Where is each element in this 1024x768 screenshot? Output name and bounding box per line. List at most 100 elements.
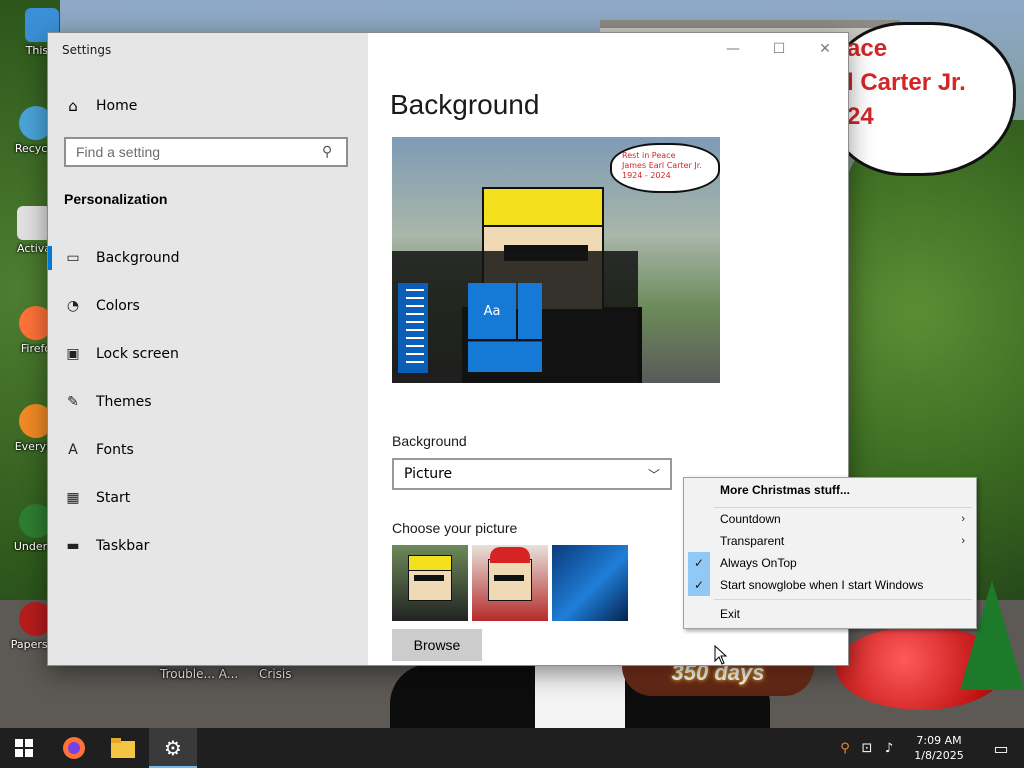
nav-item-taskbar[interactable]: ▬ Taskbar <box>48 522 368 570</box>
picture-thumbnail-2[interactable] <box>472 545 548 621</box>
maximize-icon: ☐ <box>772 41 786 57</box>
taskbar-firefox[interactable] <box>50 728 98 768</box>
submenu-arrow-icon: › <box>961 513 965 525</box>
preview-bubble-line-2: James Earl Carter Jr. <box>622 161 702 170</box>
nav-item-label: Fonts <box>96 442 134 458</box>
nav-item-label: Colors <box>96 298 140 314</box>
search-icon: ⚲ <box>322 144 333 160</box>
document-icon <box>17 206 51 240</box>
section-title: Personalization <box>64 191 168 207</box>
background-type-dropdown[interactable]: Picture ﹀ <box>392 458 672 490</box>
snowglobe-context-menu: More Christmas stuff... Countdown › Tran… <box>683 477 977 629</box>
picture-icon: ▭ <box>66 250 80 266</box>
menu-item-exit[interactable]: Exit <box>685 603 975 625</box>
notification-icon: ▭ <box>993 738 1009 758</box>
windows-logo-icon <box>15 739 33 757</box>
clock[interactable]: 7:09 AM 1/8/2025 <box>900 733 978 763</box>
menu-item-transparent[interactable]: Transparent › <box>685 530 975 552</box>
preview-tile <box>518 283 542 339</box>
start-icon: ▦ <box>66 490 80 506</box>
preview-start-list <box>398 283 428 373</box>
wallpaper-bubble-line-3: 24 <box>847 103 874 130</box>
search-box[interactable]: ⚲ <box>64 137 348 167</box>
palette-icon: ◔ <box>66 298 80 314</box>
thumbnail-glasses <box>414 575 444 581</box>
settings-sidebar: Settings ⌂ Home ⚲ Personalization ▭ Back… <box>48 33 368 665</box>
gear-icon: ⚙ <box>164 736 182 760</box>
page-title: Background <box>390 89 540 120</box>
menu-separator <box>714 599 972 600</box>
menu-item-start-with-windows[interactable]: ✓ Start snowglobe when I start Windows <box>685 574 975 596</box>
dropdown-value: Picture <box>404 466 453 482</box>
nav-item-colors[interactable]: ◔ Colors <box>48 282 368 330</box>
menu-item-countdown[interactable]: Countdown › <box>685 508 975 530</box>
menu-item-more-christmas[interactable]: More Christmas stuff... <box>685 479 975 501</box>
nav-list: ▭ Background ◔ Colors ▣ Lock screen ✎ Th… <box>48 234 368 570</box>
start-button[interactable] <box>0 728 48 768</box>
picture-thumbnail-3[interactable] <box>552 545 628 621</box>
checkmark-icon: ✓ <box>688 574 710 596</box>
menu-item-label: Start snowglobe when I start Windows <box>720 578 924 592</box>
nav-item-themes[interactable]: ✎ Themes <box>48 378 368 426</box>
network-icon[interactable]: ⊡ <box>856 741 878 756</box>
nav-item-label: Taskbar <box>96 538 150 554</box>
background-label: Background <box>392 433 467 449</box>
volume-icon[interactable]: ♪ <box>878 741 900 756</box>
wallpaper-bubble-line-1: ace <box>847 35 888 62</box>
search-input[interactable] <box>74 143 318 161</box>
checkmark-icon: ✓ <box>688 552 710 574</box>
chevron-down-icon: ﹀ <box>647 467 660 482</box>
everything-search-tray-icon[interactable]: ⚲ <box>834 741 856 756</box>
taskbar: ⚙ ⚲ ⊡ ♪ 7:09 AM 1/8/2025 ▭ <box>0 728 1024 768</box>
nav-item-background[interactable]: ▭ Background <box>48 234 368 282</box>
fonts-icon: A <box>68 442 78 458</box>
clock-time: 7:09 AM <box>916 734 962 747</box>
desktop-icon-label-crisis[interactable]: Crisis <box>259 667 291 681</box>
maximize-button[interactable]: ☐ <box>756 33 802 65</box>
wallpaper-speech-bubble: ace l Carter Jr. 24 <box>830 22 1016 176</box>
preview-figure-hair <box>482 187 604 227</box>
lock-screen-icon: ▣ <box>66 346 80 362</box>
preview-bubble-line-3: 1924 - 2024 <box>622 171 671 180</box>
submenu-arrow-icon: › <box>961 535 965 547</box>
menu-item-always-on-top[interactable]: ✓ Always OnTop <box>685 552 975 574</box>
nav-item-fonts[interactable]: A Fonts <box>48 426 368 474</box>
nav-item-label: Lock screen <box>96 346 179 362</box>
nav-item-start[interactable]: ▦ Start <box>48 474 368 522</box>
taskbar-settings[interactable]: ⚙ <box>149 728 197 768</box>
minimize-button[interactable]: — <box>710 33 756 65</box>
preview-bubble-line-1: Rest in Peace <box>622 151 676 160</box>
nav-home[interactable]: ⌂ Home <box>64 94 137 118</box>
menu-item-label: Transparent <box>720 534 785 548</box>
brush-icon: ✎ <box>67 394 79 410</box>
taskbar-file-explorer[interactable] <box>99 728 147 768</box>
menu-item-label: Countdown <box>720 512 781 526</box>
close-icon: ✕ <box>819 41 831 57</box>
menu-item-label: Always OnTop <box>720 556 797 570</box>
close-button[interactable]: ✕ <box>802 33 848 65</box>
wallpaper-bubble-line-2: l Carter Jr. <box>847 69 966 96</box>
folder-icon <box>111 738 135 758</box>
menu-item-label: Exit <box>720 607 741 621</box>
thumbnail-glasses <box>494 575 524 581</box>
nav-item-label: Start <box>96 490 131 506</box>
taskbar-icon: ▬ <box>66 538 80 554</box>
browse-button[interactable]: Browse <box>392 629 482 661</box>
thumbnail-hair <box>408 555 452 571</box>
desktop-icon-label-trouble[interactable]: Trouble... A... <box>160 667 238 681</box>
nav-item-lock-screen[interactable]: ▣ Lock screen <box>48 330 368 378</box>
action-center-button[interactable]: ▭ <box>978 739 1024 758</box>
minimize-icon: — <box>726 41 740 57</box>
nav-item-label: Themes <box>96 394 152 410</box>
mouse-cursor-icon <box>714 645 728 665</box>
firefox-icon <box>63 737 85 759</box>
picture-thumbnails <box>392 545 628 621</box>
preview-tile-aa: Aa <box>468 283 516 339</box>
preview-tiles-small <box>468 341 542 372</box>
nav-home-label: Home <box>96 98 138 114</box>
picture-thumbnail-1[interactable] <box>392 545 468 621</box>
background-preview: Rest in Peace James Earl Carter Jr. 1924… <box>392 137 720 383</box>
home-icon: ⌂ <box>68 97 78 115</box>
preview-speech-bubble: Rest in Peace James Earl Carter Jr. 1924… <box>610 143 720 193</box>
wallpaper-figure-shirt <box>535 664 625 728</box>
